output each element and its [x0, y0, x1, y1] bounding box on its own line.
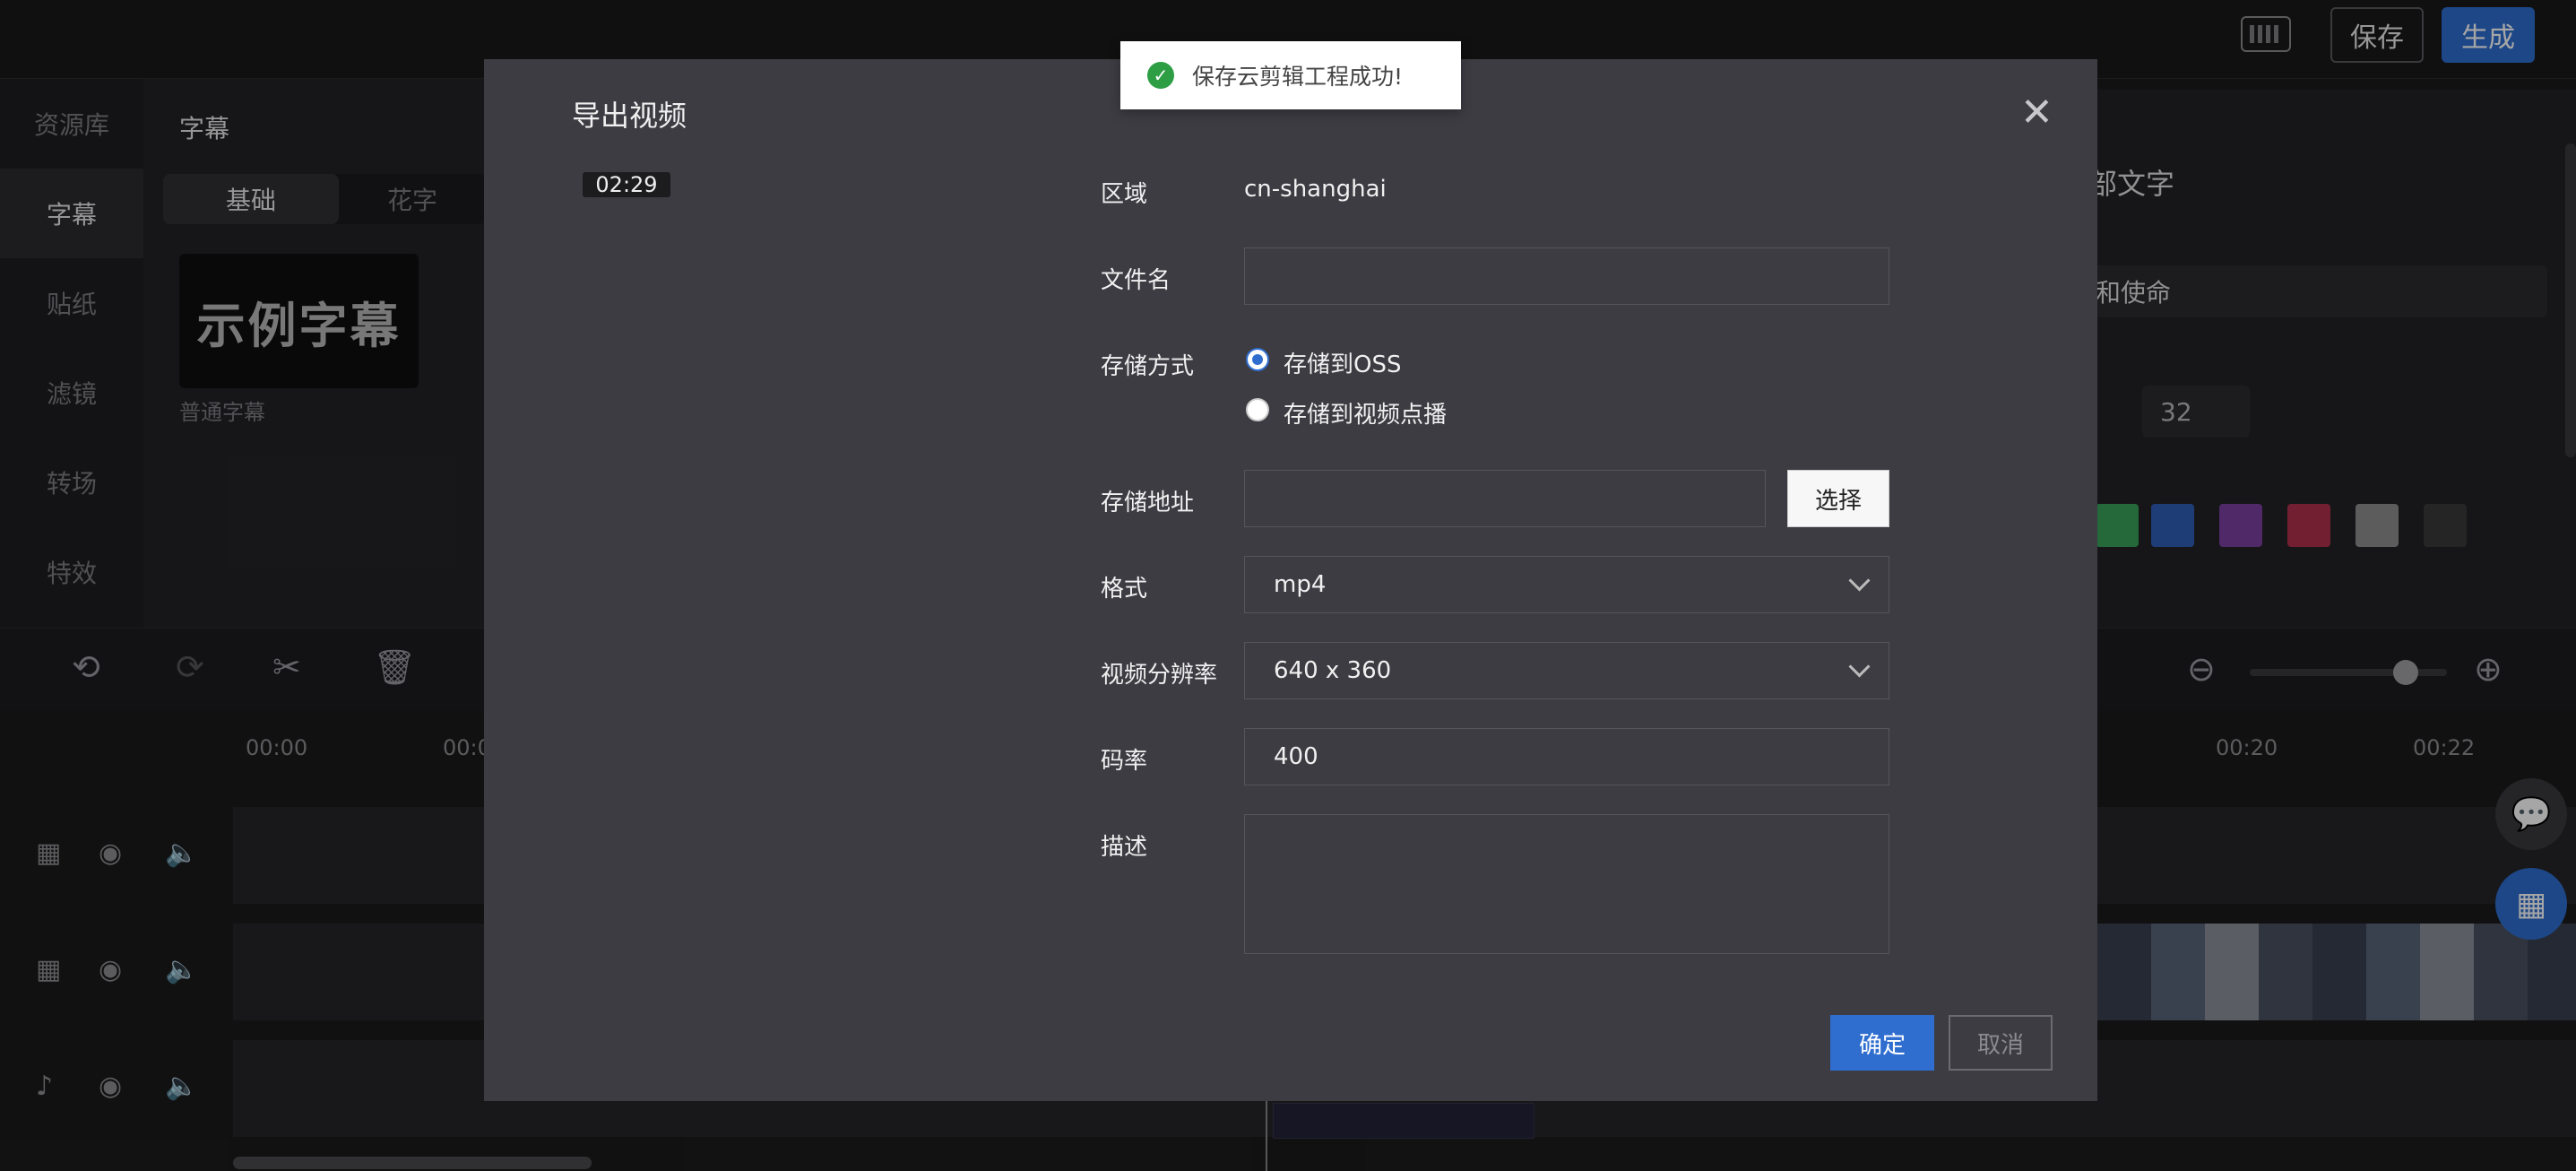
storage-vod-label[interactable]: 存储到视频点播 — [1284, 396, 1447, 429]
confirm-button[interactable]: 确定 — [1830, 1015, 1934, 1071]
bitrate-input[interactable]: 400 — [1244, 728, 1889, 785]
storage-address-input[interactable] — [1244, 470, 1766, 527]
resolution-select[interactable]: 640 x 360 — [1244, 642, 1889, 699]
storage-method-label: 存储方式 — [1101, 353, 1195, 380]
close-icon[interactable]: ✕ — [2020, 93, 2053, 133]
description-textarea[interactable] — [1244, 814, 1889, 954]
region-label: 区域 — [1101, 181, 1148, 208]
storage-address-label: 存储地址 — [1101, 490, 1195, 516]
resolution-value: 640 x 360 — [1274, 657, 1392, 684]
filename-input[interactable] — [1244, 247, 1889, 305]
check-circle-icon: ✓ — [1147, 62, 1174, 89]
resolution-label: 视频分辨率 — [1101, 662, 1218, 689]
storage-oss-label[interactable]: 存储到OSS — [1284, 346, 1401, 379]
bitrate-label: 码率 — [1101, 748, 1148, 775]
toast-message: 保存云剪辑工程成功! — [1192, 64, 1404, 90]
filename-label: 文件名 — [1101, 267, 1171, 294]
region-value: cn-shanghai — [1244, 176, 1387, 203]
storage-oss-radio[interactable] — [1246, 348, 1269, 371]
dialog-title: 导出视频 — [572, 99, 687, 133]
format-label: 格式 — [1101, 576, 1148, 603]
storage-vod-radio[interactable] — [1246, 398, 1269, 421]
video-duration-badge: 02:29 — [583, 172, 670, 197]
chevron-down-icon — [1848, 655, 1871, 678]
cancel-button[interactable]: 取消 — [1949, 1015, 2053, 1071]
description-label: 描述 — [1101, 834, 1148, 861]
select-address-button[interactable]: 选择 — [1787, 470, 1889, 527]
success-toast: ✓ 保存云剪辑工程成功! — [1120, 41, 1461, 109]
format-value: mp4 — [1274, 571, 1327, 598]
chevron-down-icon — [1848, 569, 1871, 592]
format-select[interactable]: mp4 — [1244, 556, 1889, 613]
